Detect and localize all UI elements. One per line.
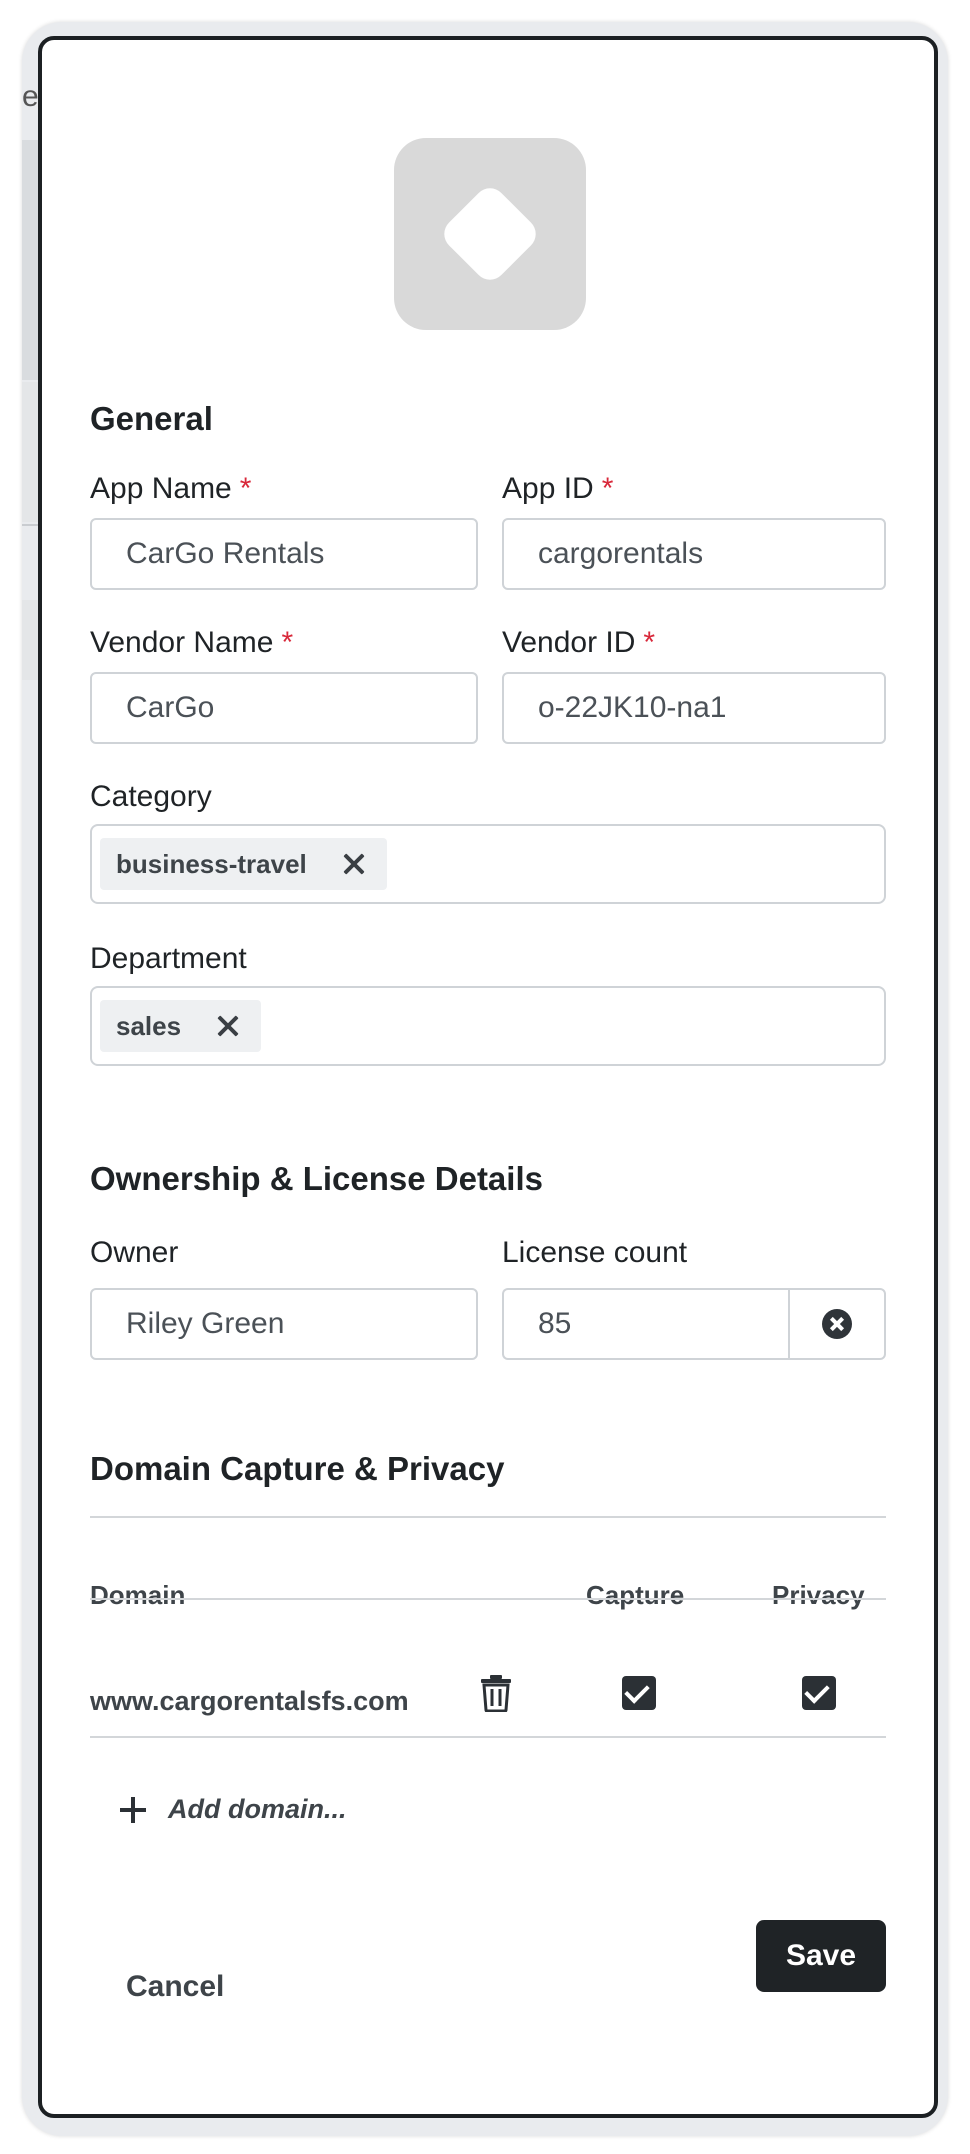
background-text: e: [22, 80, 39, 113]
owner-field[interactable]: Riley Green: [90, 1288, 478, 1360]
owner-label: Owner: [90, 1236, 179, 1269]
app-id-label-text: App ID: [502, 472, 594, 505]
add-domain-button[interactable]: Add domain...: [120, 1794, 347, 1825]
vendor-name-label: Vendor Name *: [90, 626, 293, 660]
privacy-checkbox[interactable]: [802, 1676, 836, 1710]
remove-tag-icon[interactable]: [215, 1013, 241, 1039]
required-marker: *: [239, 472, 252, 505]
vendor-name-label-text: Vendor Name: [90, 626, 274, 659]
department-tag-label: sales: [116, 1010, 182, 1041]
save-button[interactable]: Save: [756, 1920, 886, 1992]
app-icon-upload[interactable]: [394, 138, 586, 330]
app-id-label: App ID *: [502, 472, 613, 506]
required-marker: *: [643, 626, 656, 659]
department-tag: sales: [100, 1000, 262, 1052]
domain-cell: www.cargorentalsfs.com: [90, 1686, 409, 1716]
app-name-label: App Name *: [90, 472, 251, 506]
cancel-button[interactable]: Cancel: [126, 1970, 224, 2004]
capture-checkbox[interactable]: [622, 1676, 656, 1710]
plus-icon: [120, 1796, 146, 1823]
category-label: Category: [90, 780, 212, 813]
edit-app-modal: General App Name * CarGo Rentals App ID * …: [38, 36, 938, 2118]
license-count-label: License count: [502, 1236, 688, 1269]
vendor-id-label-text: Vendor ID: [502, 626, 636, 659]
category-tag-label: business-travel: [116, 848, 307, 879]
general-section-title: General: [90, 400, 213, 437]
column-header-privacy: Privacy: [772, 1580, 865, 1610]
app-id-field[interactable]: cargorentals: [502, 518, 886, 590]
remove-tag-icon[interactable]: [341, 851, 367, 877]
vendor-id-field[interactable]: o-22JK10-na1: [502, 672, 886, 744]
domain-section-title: Domain Capture & Privacy: [90, 1450, 505, 1487]
column-header-domain: Domain: [90, 1580, 186, 1610]
vendor-id-label: Vendor ID *: [502, 626, 655, 660]
divider: [90, 1516, 886, 1518]
add-domain-label: Add domain...: [168, 1794, 347, 1824]
ownership-section-title: Ownership & License Details: [90, 1160, 543, 1197]
app-name-field[interactable]: CarGo Rentals: [90, 518, 478, 590]
vendor-name-field[interactable]: CarGo: [90, 672, 478, 744]
license-count-field[interactable]: 85: [502, 1288, 790, 1360]
category-tag: business-travel: [100, 838, 387, 890]
category-tag-input[interactable]: business-travel: [90, 824, 886, 904]
divider: [90, 1598, 886, 1600]
divider: [90, 1736, 886, 1738]
app-name-label-text: App Name: [90, 472, 232, 505]
required-marker: *: [281, 626, 294, 659]
department-tag-input[interactable]: sales: [90, 986, 886, 1066]
trash-icon[interactable]: [480, 1674, 512, 1712]
column-header-capture: Capture: [586, 1580, 685, 1610]
clear-license-button[interactable]: [788, 1288, 886, 1360]
department-label: Department: [90, 942, 247, 975]
clear-circle-icon: [822, 1309, 852, 1339]
diamond-icon: [437, 181, 543, 287]
required-marker: *: [601, 472, 614, 505]
